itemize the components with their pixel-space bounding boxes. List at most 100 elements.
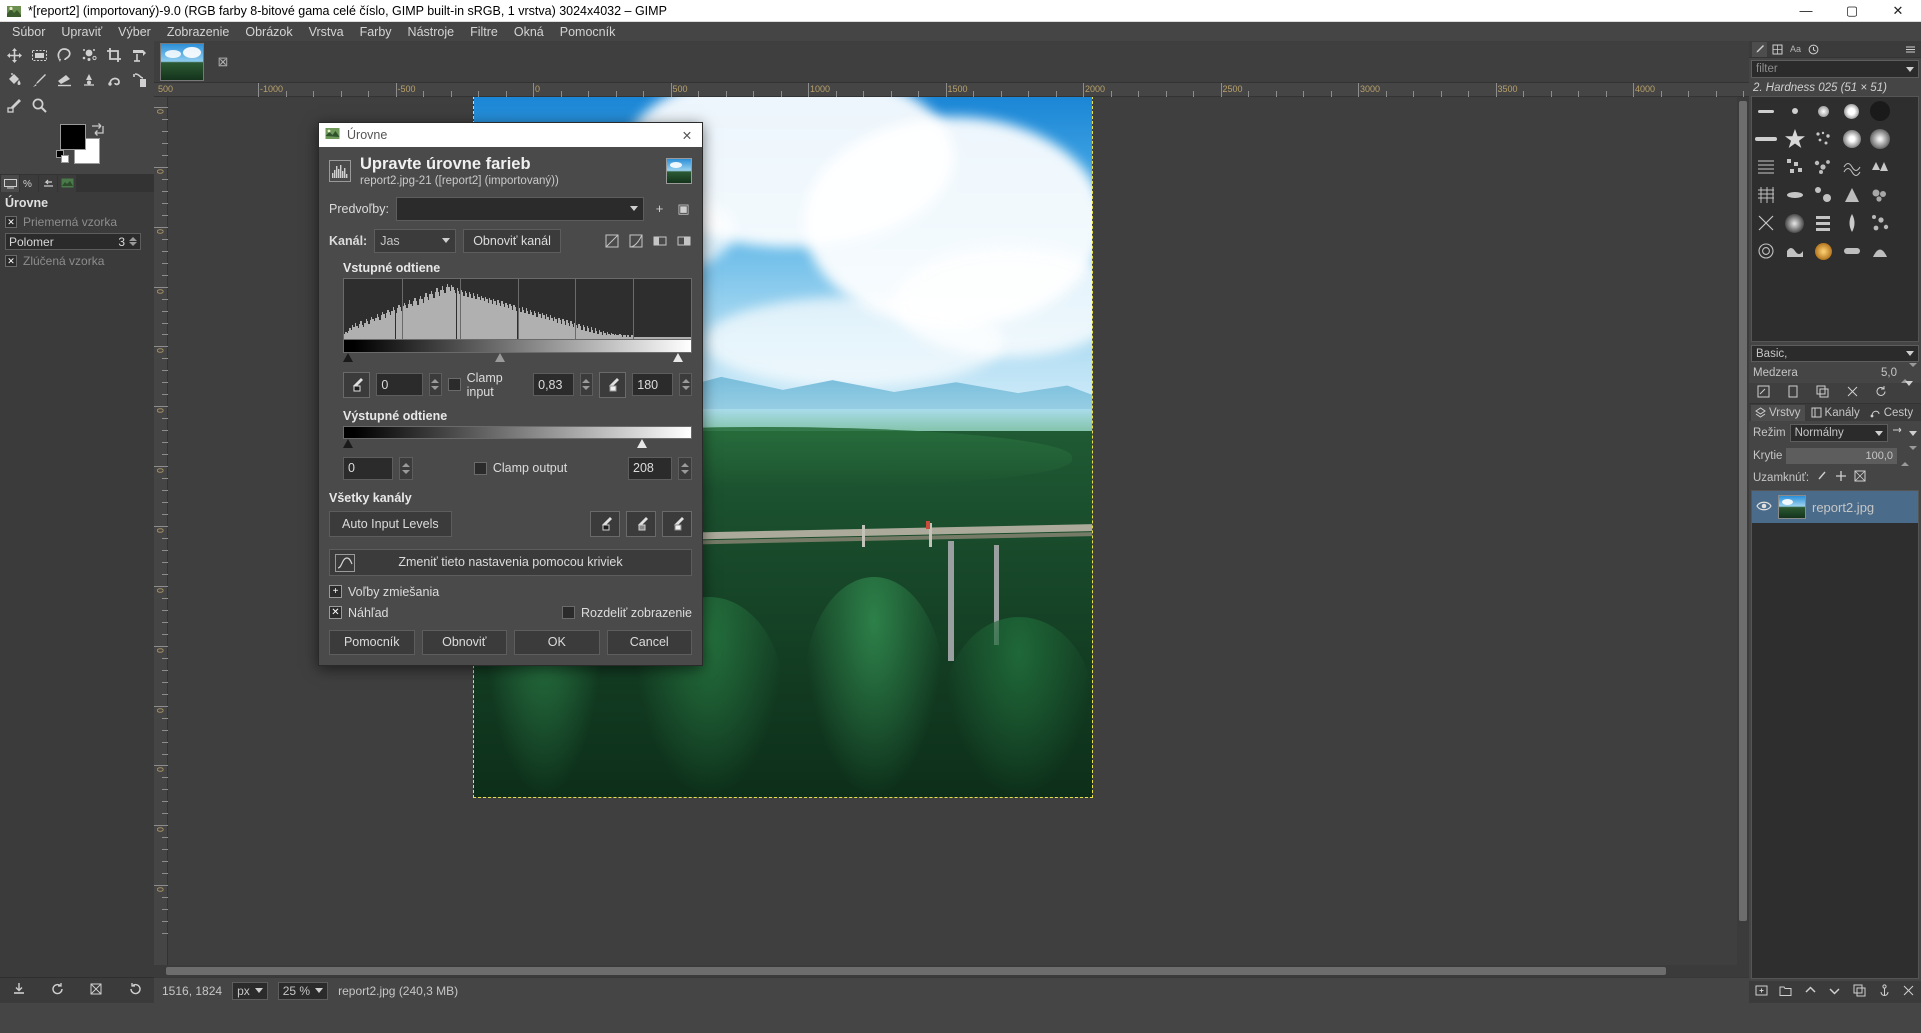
input-gamma-field[interactable]: 0,83 [533,373,574,397]
brush-item[interactable] [1809,237,1838,265]
brush-item[interactable] [1781,237,1810,265]
tab-patterns[interactable] [1770,42,1785,57]
brush-spacing-arrows[interactable] [1901,363,1917,383]
input-high-spinner[interactable] [679,373,692,397]
reset-tool-options-icon[interactable] [128,982,142,999]
tab-kanaly[interactable]: Kanály [1807,405,1864,421]
clamp-output-checkbox[interactable] [473,461,487,475]
rect-select-tool[interactable] [27,43,52,68]
radius-stepper[interactable]: Polomer 3 [5,233,141,250]
brush-item[interactable] [1866,181,1895,209]
delete-brush-icon[interactable] [1846,385,1859,401]
input-low-spinner[interactable] [428,373,442,397]
output-low-spinner[interactable] [399,456,413,480]
brush-item[interactable] [1809,125,1838,153]
brush-item[interactable] [1752,97,1781,125]
layer-item[interactable]: report2.jpg [1752,491,1918,523]
menu-item-subor[interactable]: Súbor [4,23,53,41]
brush-item[interactable] [1752,125,1781,153]
auto-input-levels-button[interactable]: Auto Input Levels [329,510,452,537]
merged-sample-row[interactable]: ✕ Zlúčená vzorka [0,252,154,270]
brush-item[interactable] [1752,153,1781,181]
blend-options-row[interactable]: + Voľby zmiešania [329,585,692,599]
help-button[interactable]: Pomocník [329,629,415,655]
duplicate-layer-icon[interactable] [1853,984,1866,1000]
preset-menu-button[interactable]: ▣ [675,200,692,217]
cancel-button[interactable]: Cancel [606,629,692,655]
layer-opacity-arrows[interactable] [1901,446,1917,466]
refresh-brushes-icon[interactable] [1875,385,1888,401]
pick-black-all-icon[interactable] [590,510,620,537]
brush-item[interactable] [1866,209,1895,237]
image-tab-thumbnail[interactable] [160,42,204,81]
tab-vrstvy[interactable]: Vrstvy [1751,404,1805,421]
tab-undo-history[interactable]: % [20,175,38,192]
levels-dialog[interactable]: Úrovne ✕ Upravte úrovne farieb report2.j… [318,122,703,666]
menu-item-farby[interactable]: Farby [352,23,400,41]
layer-opacity-slider[interactable]: 100,0 [1786,448,1897,464]
free-select-tool[interactable] [52,43,77,68]
brush-item[interactable] [1838,209,1867,237]
output-low-field[interactable]: 0 [343,456,393,480]
fuzzy-select-tool[interactable] [77,43,102,68]
menu-item-pomocnik[interactable]: Pomocník [552,23,624,41]
unit-selector[interactable]: px [232,981,268,1000]
menu-item-obrazok[interactable]: Obrázok [237,23,300,41]
output-high-field[interactable]: 208 [628,456,673,480]
maximize-button[interactable]: ▢ [1829,0,1875,22]
menu-item-zobrazenie[interactable]: Zobrazenie [159,23,238,41]
clamp-input-checkbox[interactable] [447,378,461,392]
layer-mode-extra-caret[interactable] [1909,430,1917,436]
output-levels-icon[interactable] [675,232,692,249]
pick-gray-all-icon[interactable] [626,510,656,537]
brush-item[interactable] [1809,181,1838,209]
menu-item-filtre[interactable]: Filtre [462,23,506,41]
reset-channel-button[interactable]: Obnoviť kanál [463,228,561,253]
brush-item[interactable] [1781,209,1810,237]
logarithmic-histogram-icon[interactable] [627,232,644,249]
horizontal-scrollbar[interactable] [154,965,1749,977]
average-sample-row[interactable]: ✕ Priemerná vzorka [0,213,154,231]
input-handles[interactable] [343,352,692,365]
move-tool[interactable] [2,43,27,68]
merged-sample-checkbox[interactable]: ✕ [5,255,17,267]
brush-item[interactable] [1838,125,1867,153]
new-layer-group-icon[interactable] [1779,984,1792,1000]
edit-with-curves-button[interactable]: Zmeniť tieto nastavenia pomocou kriviek [329,548,692,576]
input-histogram[interactable] [343,277,692,340]
paintbrush-tool[interactable] [27,68,52,93]
image-tab-close-icon[interactable]: ⊠ [210,49,236,75]
anchor-layer-icon[interactable] [1878,984,1891,1000]
brush-item[interactable] [1809,153,1838,181]
pick-black-point-icon[interactable] [343,371,371,398]
brush-filter-input[interactable]: filter [1751,60,1919,78]
lock-alpha-icon[interactable] [1854,470,1866,485]
zoom-tool[interactable] [27,93,52,118]
blend-options-expander[interactable]: + [329,585,342,599]
lock-pixels-icon[interactable] [1816,470,1828,485]
close-button[interactable]: ✕ [1875,0,1921,22]
brush-item[interactable] [1809,209,1838,237]
tab-fonts[interactable]: Aa [1788,42,1803,57]
brush-item[interactable] [1838,97,1867,125]
foreground-color-swatch[interactable] [60,124,86,150]
bucket-fill-tool[interactable] [2,68,27,93]
average-sample-checkbox[interactable]: ✕ [5,216,17,228]
layer-mode-select[interactable]: Normálny [1789,424,1888,442]
split-view-checkbox[interactable] [562,606,575,620]
layer-visibility-icon[interactable] [1756,500,1772,515]
vertical-ruler[interactable]: 0 0 0 0 0 0 0 0 0 0 0 0 0 0 [154,97,168,965]
menu-item-nastroje[interactable]: Nástroje [400,23,463,41]
transform-tool[interactable] [127,43,152,68]
free-path-tool[interactable] [102,68,127,93]
brush-item[interactable] [1866,237,1895,265]
radius-spin-arrows[interactable] [129,237,137,246]
minimize-button[interactable]: — [1783,0,1829,22]
crop-tool[interactable] [102,43,127,68]
dock-menu-icon[interactable] [1903,42,1918,57]
brush-item[interactable] [1838,237,1867,265]
new-brush-icon[interactable] [1787,385,1800,401]
menu-item-vrstva[interactable]: Vrstva [301,23,352,41]
edit-brush-icon[interactable] [1757,385,1770,401]
tab-document-history[interactable] [1806,42,1821,57]
